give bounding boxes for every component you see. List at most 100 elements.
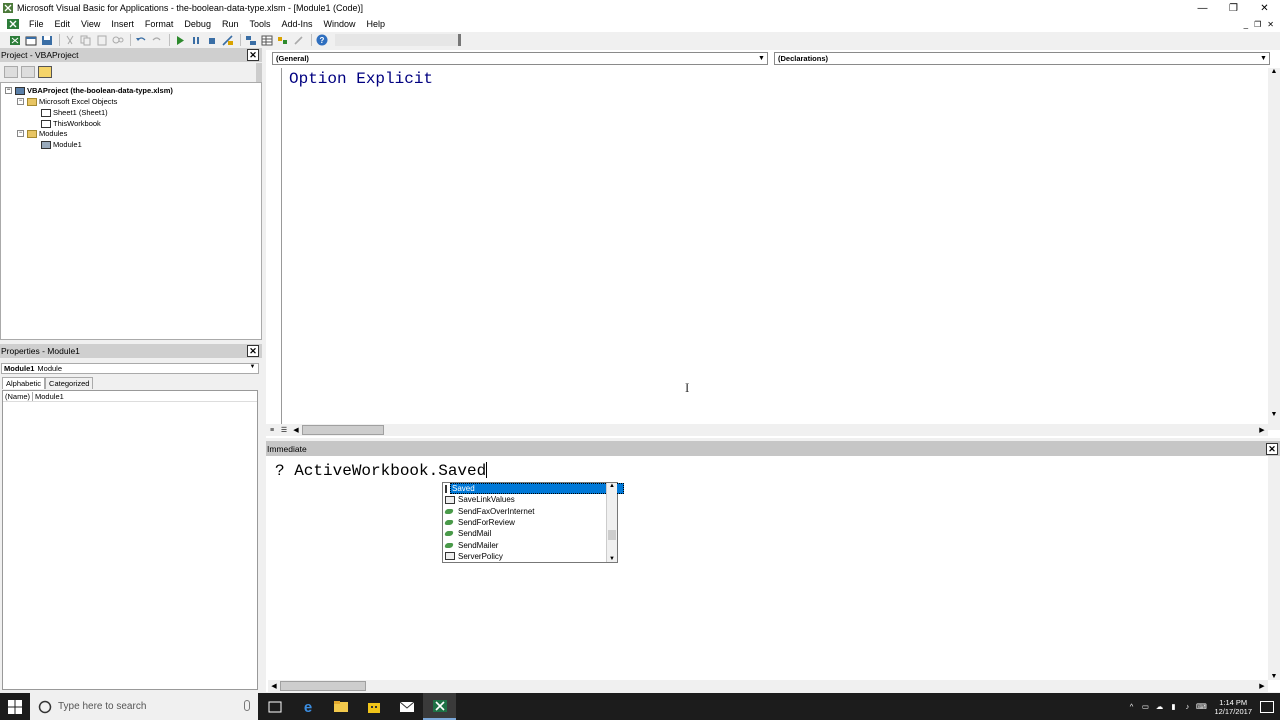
panel-scroll-handle[interactable] [256, 63, 262, 83]
paste-icon[interactable] [95, 34, 109, 46]
tree-item-modules[interactable]: − Modules [17, 128, 67, 139]
tree-item-sheet1[interactable]: Sheet1 (Sheet1) [41, 107, 108, 118]
notifications-icon[interactable] [1260, 700, 1274, 713]
scroll-down-icon[interactable]: ▼ [607, 556, 617, 562]
redo-icon[interactable] [150, 34, 164, 46]
mail-icon[interactable] [390, 693, 423, 720]
list-item[interactable]: ServerPolicy [443, 551, 606, 562]
menu-window[interactable]: Window [319, 19, 362, 29]
taskbar-search-input[interactable]: Type here to search [30, 693, 258, 720]
menu-tools[interactable]: Tools [244, 19, 276, 29]
list-item[interactable]: SendMailer [443, 539, 606, 550]
copy-icon[interactable] [79, 34, 93, 46]
scroll-thumb[interactable] [302, 425, 384, 435]
code-editor[interactable]: Option Explicit [289, 70, 433, 88]
list-item[interactable]: SendMail [443, 528, 606, 539]
menu-run[interactable]: Run [217, 19, 245, 29]
project-explorer-icon[interactable] [244, 34, 258, 46]
procedure-view-icon[interactable]: ≡ [266, 427, 278, 434]
procedure-combo[interactable]: (Declarations) ▼ [774, 52, 1270, 65]
chevron-down-icon[interactable]: ▼ [1259, 54, 1268, 63]
find-icon[interactable] [111, 34, 125, 46]
scroll-thumb[interactable] [280, 681, 366, 691]
insert-userform-icon[interactable] [24, 34, 38, 46]
maximize-button[interactable]: ❐ [1218, 0, 1249, 16]
tab-categorized[interactable]: Categorized [45, 377, 94, 389]
menu-help[interactable]: Help [362, 19, 392, 29]
scroll-left-icon[interactable]: ◀ [290, 426, 302, 434]
chevron-down-icon[interactable]: ▼ [757, 54, 766, 63]
menu-format[interactable]: Format [140, 19, 180, 29]
immediate-vertical-scrollbar[interactable]: ▼ [1268, 456, 1280, 680]
save-icon[interactable] [40, 34, 54, 46]
module-view-icon[interactable]: ☰ [278, 426, 290, 434]
scroll-down-icon[interactable]: ▼ [1268, 673, 1280, 680]
menu-file[interactable]: File [24, 19, 50, 29]
design-mode-icon[interactable] [221, 34, 235, 46]
microphone-icon[interactable] [244, 700, 250, 711]
keyboard-icon[interactable]: ⌨ [1194, 702, 1208, 711]
tree-item-vbaproject[interactable]: − VBAProject (the-boolean-data-type.xlsm… [5, 85, 173, 96]
close-icon[interactable]: ✕ [247, 345, 259, 357]
scroll-right-icon[interactable]: ▶ [1256, 426, 1268, 434]
code-margin[interactable] [266, 68, 282, 430]
excel-taskbar-icon[interactable] [423, 693, 456, 720]
view-code-icon[interactable] [4, 66, 18, 78]
immediate-input[interactable]: ? ActiveWorkbook.Saved [275, 462, 488, 480]
mdi-close-button[interactable]: ✕ [1267, 20, 1274, 29]
file-explorer-icon[interactable] [324, 693, 357, 720]
property-row[interactable]: (Name) Module1 [3, 391, 257, 402]
list-item[interactable]: Saved [443, 483, 624, 495]
list-item[interactable]: SaveLinkValues [443, 494, 606, 505]
close-icon[interactable]: ✕ [247, 49, 259, 61]
windows-start-icon[interactable] [0, 693, 30, 720]
code-vertical-scrollbar[interactable]: ▲ ▼ [1268, 68, 1280, 430]
immediate-window[interactable]: ? ActiveWorkbook.Saved ▼ ◀ ▶ [266, 456, 1280, 692]
tree-item-module1[interactable]: Module1 [41, 139, 82, 150]
list-scrollbar[interactable]: ▲ ▼ [606, 483, 617, 562]
undo-icon[interactable] [134, 34, 148, 46]
list-item[interactable]: SendForReview [443, 517, 606, 528]
mdi-minimize-button[interactable]: _ [1244, 20, 1248, 29]
scroll-down-icon[interactable]: ▼ [1268, 411, 1280, 418]
tab-alphabetic[interactable]: Alphabetic [2, 377, 46, 389]
list-item[interactable]: SendFaxOverInternet [443, 506, 606, 517]
chevron-up-icon[interactable]: ^ [1124, 702, 1138, 711]
toolbox-icon[interactable] [292, 34, 306, 46]
property-value[interactable]: Module1 [33, 392, 64, 401]
minimize-button[interactable]: — [1187, 0, 1218, 16]
object-combo[interactable]: (General) ▼ [272, 52, 768, 65]
intellisense-list[interactable]: Saved SaveLinkValues SendFaxOverInternet… [442, 482, 624, 563]
immediate-horizontal-scrollbar[interactable]: ◀ ▶ [268, 680, 1268, 692]
clock[interactable]: 1:14 PM 12/17/2017 [1214, 698, 1252, 716]
store-icon[interactable] [357, 693, 390, 720]
task-view-icon[interactable] [258, 693, 291, 720]
collapse-toggle[interactable]: − [17, 130, 24, 137]
break-icon[interactable] [189, 34, 203, 46]
scroll-up-icon[interactable]: ▲ [1268, 68, 1280, 75]
scroll-thumb[interactable] [608, 530, 616, 540]
run-icon[interactable] [173, 34, 187, 46]
close-icon[interactable]: ✕ [1266, 443, 1278, 455]
menu-insert[interactable]: Insert [106, 19, 140, 29]
battery-icon[interactable]: ▮ [1166, 702, 1180, 711]
network-icon[interactable]: ▭ [1138, 702, 1152, 711]
volume-icon[interactable]: ♪ [1180, 702, 1194, 711]
view-excel-icon[interactable] [8, 34, 22, 46]
close-window-button[interactable]: ✕ [1249, 0, 1280, 16]
collapse-toggle[interactable]: − [5, 87, 12, 94]
onedrive-icon[interactable]: ☁ [1152, 702, 1166, 711]
code-horizontal-scrollbar[interactable]: ≡ ☰ ◀ ▶ [266, 424, 1268, 436]
properties-window-icon[interactable] [260, 34, 274, 46]
scroll-left-icon[interactable]: ◀ [268, 682, 280, 690]
reset-icon[interactable] [205, 34, 219, 46]
toggle-folders-icon[interactable] [38, 66, 52, 78]
collapse-toggle[interactable]: − [17, 98, 24, 105]
scroll-up-icon[interactable]: ▲ [607, 483, 617, 489]
view-object-icon[interactable] [21, 66, 35, 78]
cut-icon[interactable] [63, 34, 77, 46]
menu-add-ins[interactable]: Add-Ins [276, 19, 318, 29]
menu-edit[interactable]: Edit [50, 19, 77, 29]
help-icon[interactable]: ? [315, 34, 329, 46]
edge-browser-icon[interactable]: e [291, 693, 324, 720]
